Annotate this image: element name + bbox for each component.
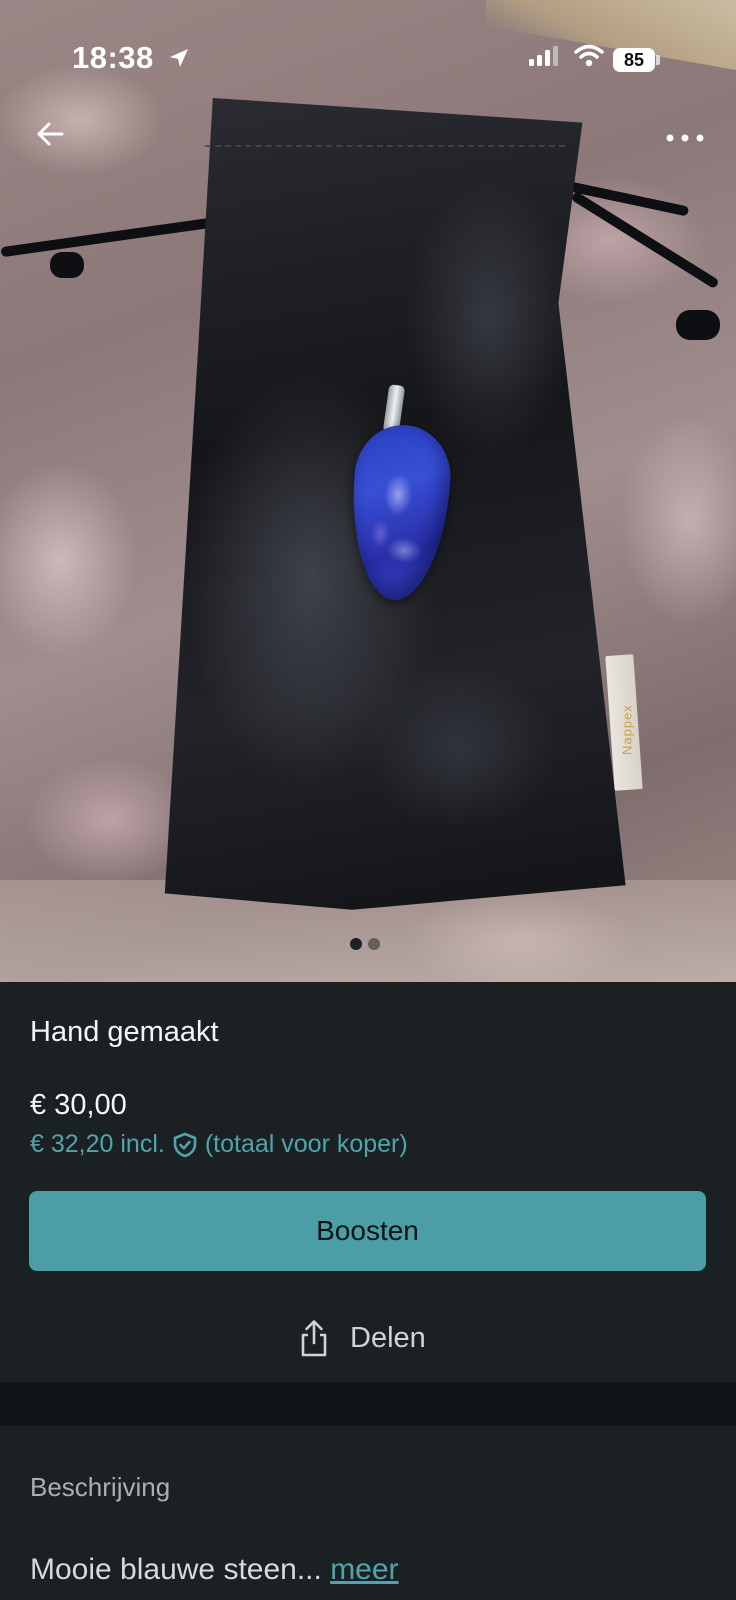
boost-button[interactable]: Boosten bbox=[29, 1191, 706, 1271]
location-arrow-icon bbox=[169, 49, 188, 67]
price-note: (totaal voor koper) bbox=[204, 1130, 408, 1158]
wifi-icon bbox=[574, 44, 604, 67]
back-button[interactable] bbox=[28, 112, 72, 156]
product-photo[interactable]: Nappex bbox=[0, 0, 736, 982]
pouch-seam bbox=[205, 145, 565, 151]
description-heading: Beschrijving bbox=[30, 1472, 171, 1502]
cord-knot-left bbox=[50, 252, 84, 278]
price-incl-text: € 32,20 incl. bbox=[30, 1130, 165, 1158]
buyer-total-price[interactable]: € 32,20 incl. (totaal voor koper) bbox=[30, 1130, 408, 1159]
description-snippet: Mooie blauwe steen... bbox=[30, 1553, 322, 1586]
shield-check-icon bbox=[173, 1132, 197, 1157]
section-divider bbox=[0, 1382, 736, 1426]
carousel-dot-active[interactable] bbox=[350, 938, 362, 950]
signal-icon bbox=[529, 46, 558, 66]
battery-tip bbox=[656, 55, 660, 65]
description-text: Mooie blauwe steen... meer bbox=[30, 1553, 399, 1587]
more-options-button[interactable] bbox=[660, 118, 710, 158]
status-time: 18:38 bbox=[72, 40, 191, 76]
more-horizontal-icon bbox=[666, 134, 704, 142]
arrow-left-icon bbox=[37, 122, 64, 146]
listing-title: Hand gemaakt bbox=[30, 1016, 219, 1048]
listing-price: € 30,00 bbox=[30, 1089, 127, 1121]
cord-knot-right bbox=[676, 310, 720, 340]
share-button[interactable]: Delen bbox=[298, 1318, 426, 1358]
battery-icon: 85 bbox=[613, 48, 655, 72]
share-label: Delen bbox=[350, 1321, 426, 1354]
more-link[interactable]: meer bbox=[330, 1553, 398, 1586]
carousel-indicator bbox=[350, 938, 380, 950]
drawstring-left bbox=[0, 216, 220, 258]
carousel-dot[interactable] bbox=[368, 938, 380, 950]
pouch-tag-text: Nappex bbox=[619, 704, 635, 756]
share-icon bbox=[301, 1320, 327, 1357]
